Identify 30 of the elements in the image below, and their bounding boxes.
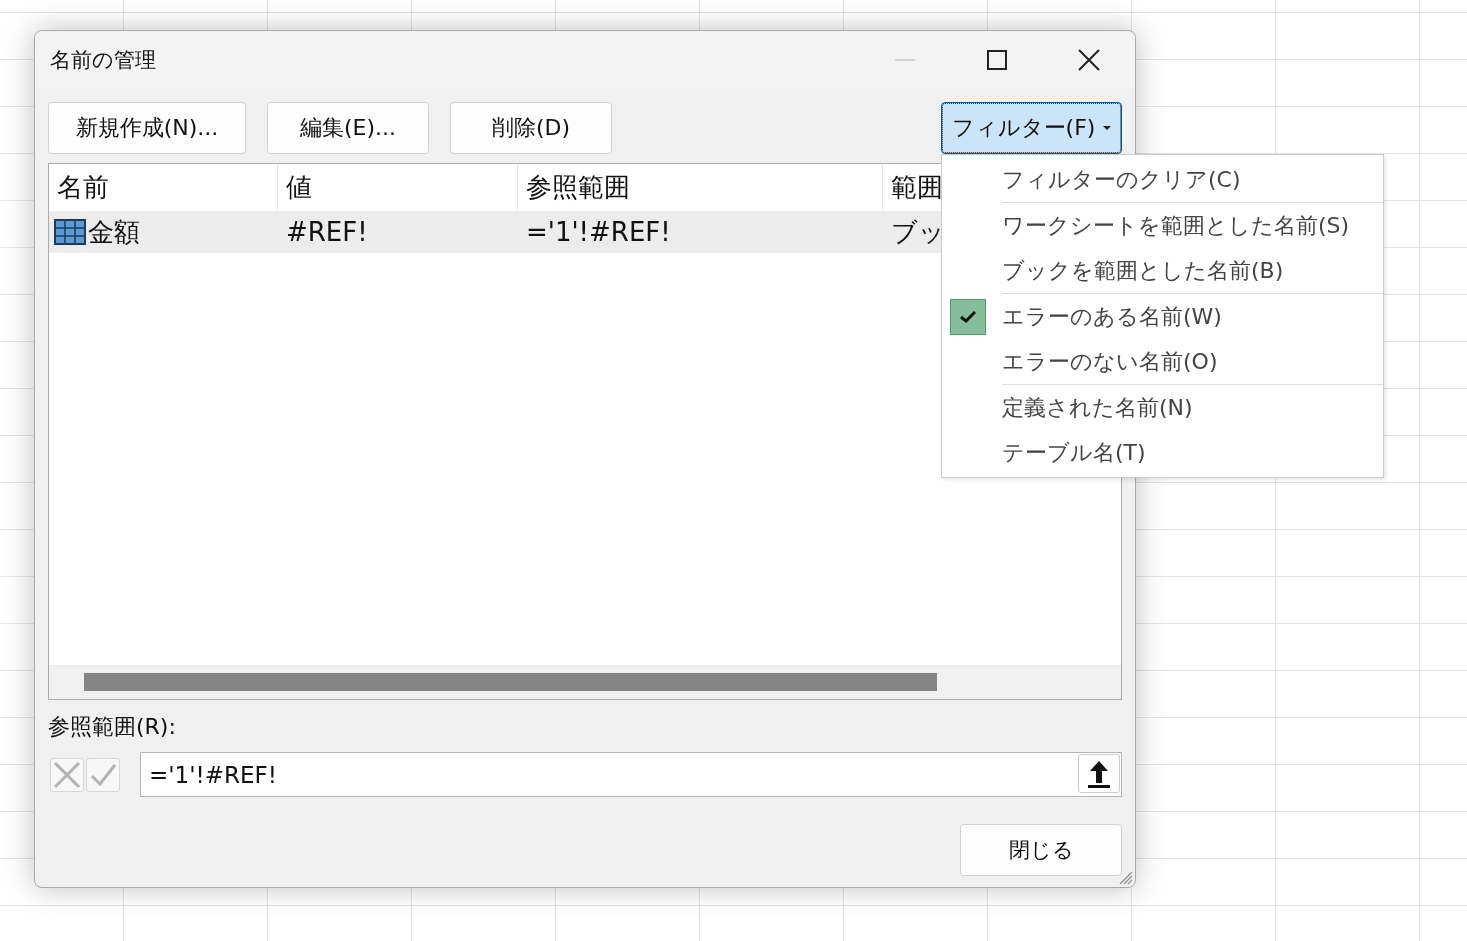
table-cell-text: 金額: [88, 215, 140, 249]
delete-button[interactable]: 削除(D): [450, 102, 612, 154]
checkbox[interactable]: [950, 298, 986, 335]
window-title: 名前の管理: [50, 46, 157, 74]
close-icon: [1077, 47, 1101, 72]
menu-item[interactable]: テーブル名(T): [1002, 437, 1146, 468]
menu-item[interactable]: ブックを範囲とした名前(B): [1002, 255, 1284, 286]
menu-item[interactable]: フィルターのクリア(C): [1002, 164, 1241, 195]
menu-item[interactable]: 定義された名前(N): [1002, 392, 1193, 423]
cancel-button[interactable]: [50, 757, 84, 792]
filter-button[interactable]: フィルター(F): [941, 102, 1122, 154]
table-icon: [54, 219, 86, 245]
minimize-icon: [894, 57, 916, 62]
collapse-button[interactable]: [1078, 754, 1120, 793]
edit-button[interactable]: 編集(E)...: [267, 102, 429, 154]
caret-icon: [1103, 125, 1112, 131]
menu-item[interactable]: エラーのある名前(W): [1002, 301, 1222, 332]
table-cell-text: ブッ: [891, 215, 945, 249]
field-label: 参照範囲(R):: [48, 713, 177, 741]
maximize-icon: [986, 48, 1008, 71]
table-cell: #REF!: [286, 217, 368, 247]
table-cell: ='1'!#REF!: [526, 217, 671, 247]
new-button[interactable]: 新規作成(N)...: [48, 102, 246, 154]
resize-grip-icon[interactable]: [1119, 871, 1133, 885]
confirm-button[interactable]: [86, 757, 120, 792]
close-dialog-button[interactable]: 閉じる: [960, 824, 1122, 876]
menu-item[interactable]: エラーのない名前(O): [1002, 346, 1218, 377]
reference-field[interactable]: ='1'!#REF!: [140, 752, 1122, 797]
checkmark-icon: [960, 310, 976, 323]
scrollbar-thumb[interactable]: [84, 673, 937, 691]
